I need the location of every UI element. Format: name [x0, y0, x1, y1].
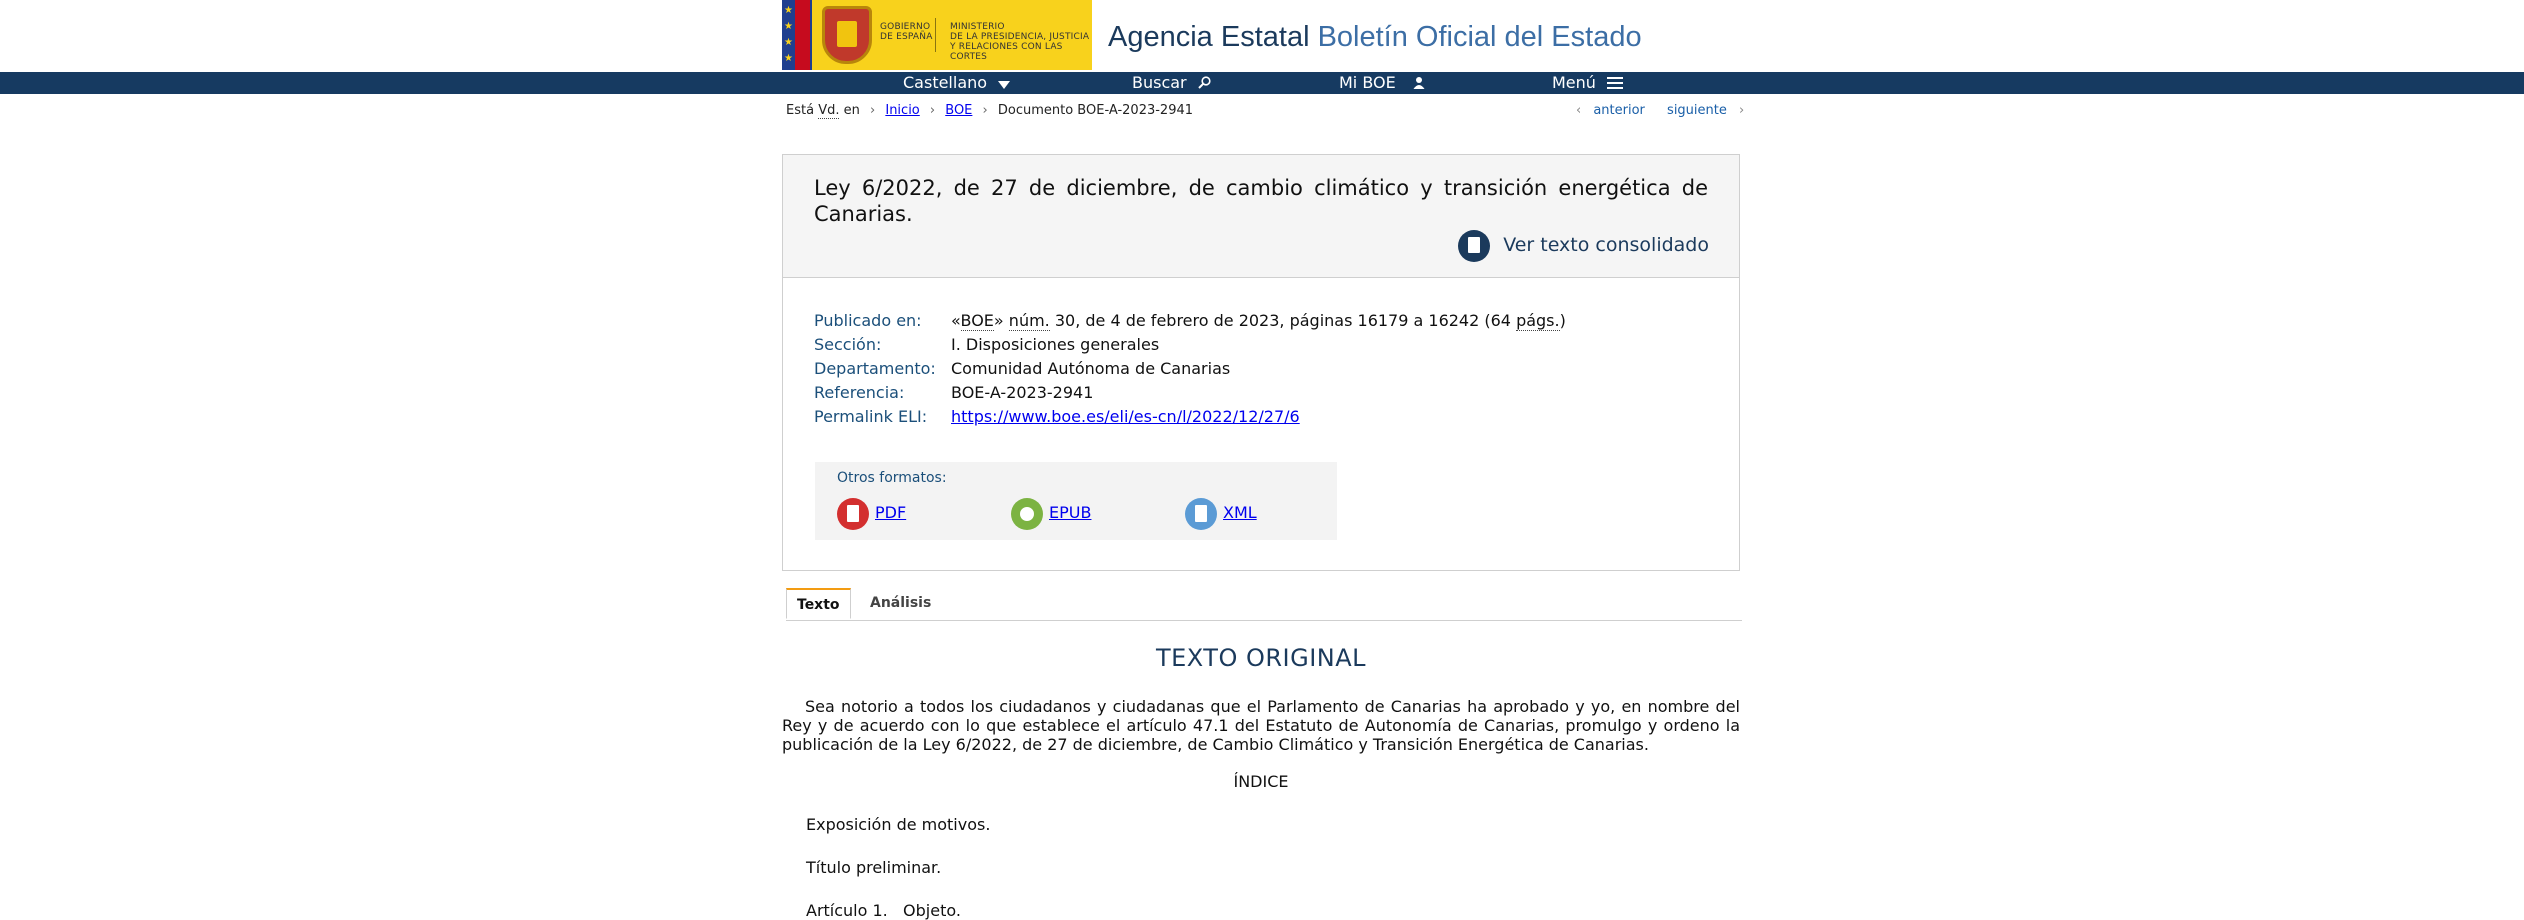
breadcrumb: Está Vd. en › Inicio › BOE › Documento B…	[786, 103, 1194, 119]
document-metadata: Publicado en: «BOE» núm. 30, de 4 de febr…	[814, 309, 1566, 429]
my-boe-label: Mi BOE	[1339, 73, 1396, 92]
user-icon	[1413, 73, 1425, 95]
eli-permalink[interactable]: https://www.boe.es/eli/es-cn/l/2022/12/2…	[951, 407, 1300, 426]
menu-label: Menú	[1552, 73, 1596, 92]
meta-eli: Permalink ELI: https://www.boe.es/eli/es-…	[814, 407, 1300, 426]
chevron-right-icon: ›	[870, 103, 876, 118]
language-selector[interactable]: Castellano	[903, 72, 1011, 95]
language-label: Castellano	[903, 73, 988, 92]
meta-reference: Referencia: BOE-A-2023-2941	[814, 383, 1094, 402]
document-icon	[1458, 229, 1491, 262]
breadcrumb-boe-link[interactable]: BOE	[945, 103, 972, 118]
epub-download[interactable]: EPUB	[1011, 497, 1091, 530]
index-item[interactable]: Artículo 1. Objeto.	[806, 901, 961, 920]
menu-button[interactable]: Menú	[1552, 72, 1624, 95]
index-item[interactable]: Título preliminar.	[806, 858, 941, 877]
document-info-box: Ley 6/2022, de 27 de diciembre, de cambi…	[782, 154, 1740, 571]
previous-link[interactable]: anterior	[1593, 103, 1645, 118]
document-pagination: ‹ anterior siguiente ›	[1572, 103, 1748, 118]
meta-department: Departamento: Comunidad Autónoma de Canar…	[814, 359, 1231, 378]
my-boe-button[interactable]: Mi BOE	[1339, 72, 1425, 94]
main-navbar: Castellano Buscar Mi BOE Menú	[0, 72, 2524, 94]
xml-download[interactable]: XML	[1185, 497, 1257, 530]
document-header: Ley 6/2022, de 27 de diciembre, de cambi…	[783, 155, 1739, 278]
ministry-name: MINISTERIO DE LA PRESIDENCIA, JUSTICIA Y…	[950, 22, 1090, 62]
chevron-right-icon: ›	[929, 103, 936, 118]
chevron-right-icon: ›	[982, 103, 988, 118]
intro-paragraph: Sea notorio a todos los ciudadanos y ciu…	[782, 697, 1740, 754]
spain-flag-stripe	[795, 0, 810, 70]
document-tabs: Texto Análisis	[786, 588, 1742, 621]
xml-icon	[1185, 497, 1217, 530]
site-title[interactable]: Agencia Estatal Boletín Oficial del Esta…	[1108, 20, 1642, 54]
tab-analysis[interactable]: Análisis	[860, 588, 941, 619]
meta-published: Publicado en: «BOE» núm. 30, de 4 de febr…	[814, 311, 1566, 331]
chevron-left-icon: ‹	[1576, 103, 1582, 118]
search-button[interactable]: Buscar	[1132, 72, 1211, 94]
government-name: GOBIERNO DE ESPAÑA	[880, 22, 933, 42]
other-formats-panel: Otros formatos: PDF EPUB XML	[815, 462, 1337, 540]
index-heading: ÍNDICE	[1233, 772, 1289, 791]
epub-icon	[1011, 497, 1043, 530]
coat-of-arms-icon	[822, 6, 872, 64]
next-link[interactable]: siguiente	[1667, 103, 1727, 118]
star-icon: ★	[784, 37, 793, 48]
star-icon: ★	[784, 5, 793, 16]
hamburger-icon	[1607, 73, 1624, 95]
site-title-boe: Boletín Oficial del Estado	[1317, 21, 1642, 53]
pdf-download[interactable]: PDF	[837, 497, 906, 530]
breadcrumb-home-link[interactable]: Inicio	[885, 103, 919, 118]
search-label: Buscar	[1132, 73, 1187, 92]
chevron-right-icon: ›	[1739, 103, 1745, 118]
star-icon: ★	[784, 53, 793, 64]
site-title-agency: Agencia Estatal	[1108, 21, 1310, 53]
government-logo-block[interactable]: ★ ★ ★ ★ GOBIERNO DE ESPAÑA MINISTERIO DE…	[782, 0, 1092, 70]
original-text-heading: TEXTO ORIGINAL	[1155, 644, 1367, 672]
other-formats-title: Otros formatos:	[837, 470, 947, 486]
tab-text[interactable]: Texto	[786, 588, 851, 619]
logo-divider	[935, 18, 936, 52]
star-icon: ★	[784, 21, 793, 32]
pdf-icon	[837, 497, 869, 530]
consolidated-text-link[interactable]: Ver texto consolidado	[1458, 229, 1709, 262]
breadcrumb-current: Documento BOE-A-2023-2941	[997, 103, 1194, 118]
caret-down-icon	[998, 73, 1011, 95]
site-header: ★ ★ ★ ★ GOBIERNO DE ESPAÑA MINISTERIO DE…	[782, 0, 1742, 70]
index-item[interactable]: Exposición de motivos.	[806, 815, 990, 834]
meta-section: Sección: I. Disposiciones generales	[814, 335, 1160, 354]
document-title: Ley 6/2022, de 27 de diciembre, de cambi…	[814, 176, 1708, 226]
search-icon	[1198, 73, 1211, 95]
